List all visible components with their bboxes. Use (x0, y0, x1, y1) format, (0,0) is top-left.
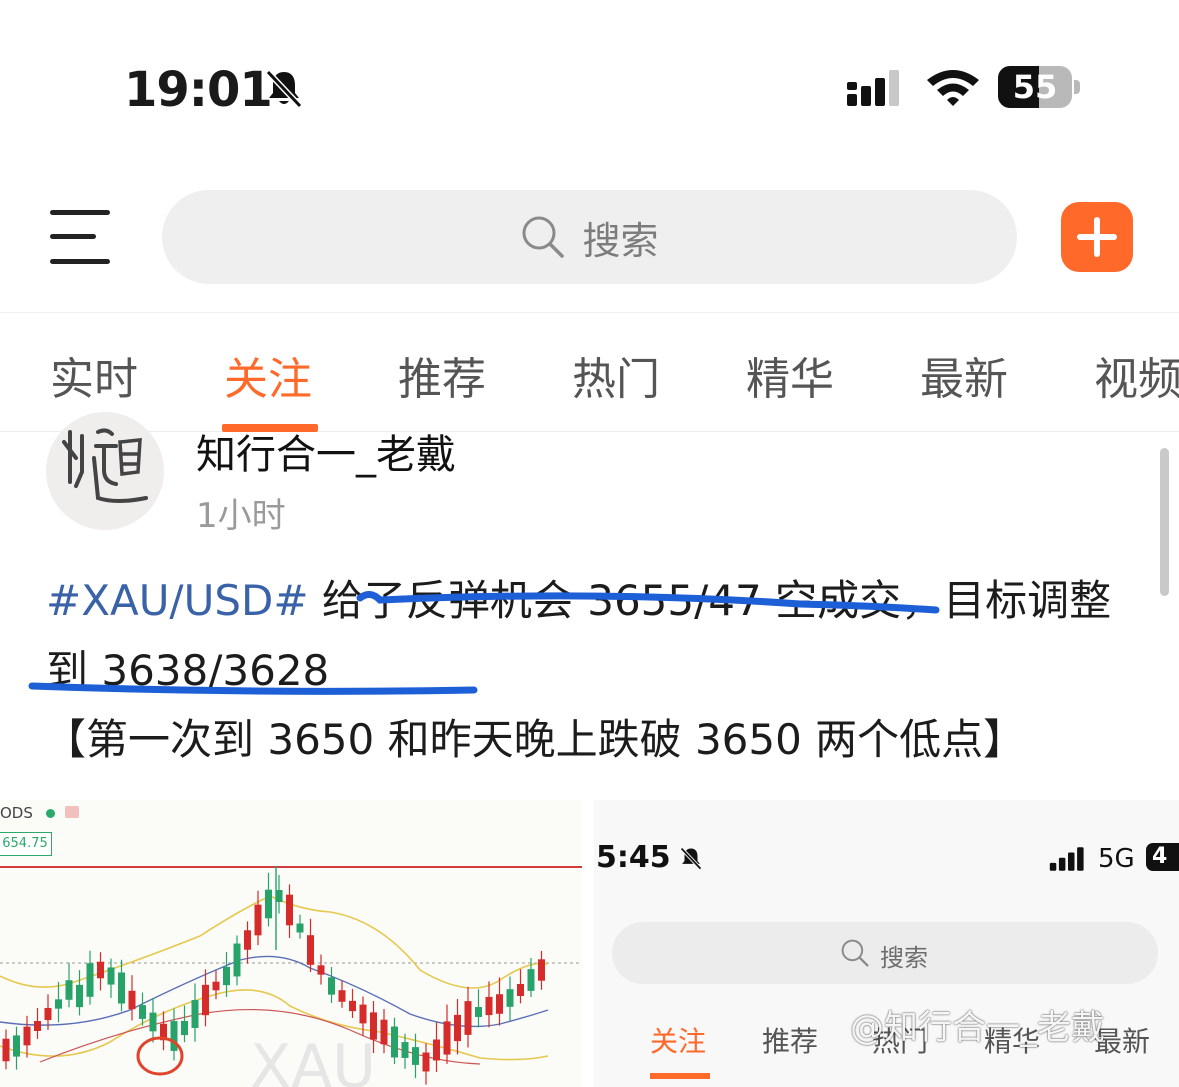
candle-body (317, 965, 325, 975)
candle-body (328, 977, 335, 995)
search-icon (522, 216, 565, 258)
candle-body (55, 999, 62, 1009)
avatar[interactable] (46, 412, 164, 530)
candle-body (422, 1052, 430, 1072)
battery-level: 55 (1012, 68, 1058, 106)
candle-body (139, 1005, 146, 1019)
candle-body (107, 967, 115, 985)
mini-bell-muted-icon (680, 847, 702, 870)
post-text-line1: 给了反弹机会 3655/47 空成交，目标调整 (308, 576, 1112, 625)
add-post-button[interactable] (1061, 202, 1133, 272)
tab-latest[interactable]: 最新 (920, 343, 1008, 407)
candle-body (527, 969, 535, 991)
status-time: 19:01 (124, 62, 273, 118)
candle-body (34, 1021, 41, 1031)
tab-video[interactable]: 视频 (1094, 343, 1179, 407)
tab-realtime[interactable]: 实时 (50, 343, 138, 407)
candle-body (517, 983, 524, 997)
tab-following[interactable]: 关注 (224, 343, 312, 407)
candle-body (338, 990, 346, 1002)
candle-body (506, 989, 514, 1007)
scrollbar[interactable] (1160, 448, 1169, 596)
mini-tab-recommended: 推荐 (762, 1025, 819, 1058)
candle-body (13, 1035, 20, 1057)
candle-body (401, 1042, 409, 1058)
mini-search-label: 搜索 (880, 944, 928, 972)
candle-body (254, 904, 262, 936)
candle-body (128, 990, 136, 1010)
candle-body (149, 1012, 157, 1032)
mini-search-icon (841, 939, 869, 967)
candle-body (485, 996, 493, 1016)
candle-body (496, 994, 503, 1014)
candle-body (65, 980, 73, 1000)
candle-body (433, 1039, 440, 1061)
mini-tab-following: 关注 (650, 1025, 707, 1058)
wifi-icon (927, 70, 979, 106)
candle-body (307, 935, 314, 965)
candle-body (23, 1026, 31, 1046)
candle-body (464, 1001, 472, 1035)
mini-signal-icon (1049, 847, 1084, 871)
tab-featured[interactable]: 精华 (746, 343, 834, 407)
candle-body (380, 1019, 388, 1045)
search-placeholder: 搜索 (582, 218, 659, 263)
tab-recommended[interactable]: 推荐 (398, 343, 486, 407)
candle-body (538, 959, 545, 981)
candle-body (170, 1021, 178, 1051)
svg-text:XAU: XAU (250, 1032, 376, 1087)
category-tabs: 实时 关注 推荐 热门 精华 最新 视频 (0, 312, 1179, 432)
candle-body (244, 930, 251, 950)
candle-body (223, 966, 230, 986)
mini-status-time: 5:45 (596, 840, 671, 875)
post-text: #XAU/USD# 给了反弹机会 3655/47 空成交，目标调整 到 3638… (46, 566, 1146, 706)
signal-icon (847, 70, 899, 106)
watermark: @知行合一_老戴 (850, 1008, 1105, 1048)
chart-image[interactable]: ODS XAU 654.75 (0, 800, 582, 1087)
price-label: 654.75 (0, 832, 52, 856)
candle-body (2, 1038, 10, 1062)
post-text-line2: 到 3638/3628 (46, 646, 330, 695)
candle-body (454, 1014, 461, 1042)
menu-icon[interactable] (50, 208, 112, 266)
mini-battery: 4 (1146, 843, 1179, 871)
candle-body (349, 1000, 356, 1012)
candle-body (76, 984, 83, 1008)
mini-active-tab-indicator (650, 1073, 710, 1079)
mini-network: 5G (1098, 844, 1135, 874)
candle-body (296, 923, 304, 933)
candle-body (97, 961, 104, 979)
candle-body (359, 1004, 367, 1024)
bell-muted-icon (265, 69, 303, 109)
search-bar[interactable]: 搜索 (162, 190, 1017, 284)
battery-icon: 55 (998, 66, 1082, 110)
candle-body (443, 1021, 451, 1055)
candle-body (475, 1007, 482, 1017)
candle-body (181, 1020, 188, 1036)
candle-body (202, 984, 209, 1016)
candle-body (118, 972, 125, 1004)
candle-body (412, 1047, 419, 1065)
candle-body (44, 1007, 52, 1021)
plus-icon (1077, 217, 1117, 257)
post-time: 1小时 (196, 496, 286, 536)
candle-body (265, 889, 272, 919)
tab-hot[interactable]: 热门 (572, 343, 660, 407)
author-name[interactable]: 知行合一_老戴 (196, 422, 456, 480)
post-note: 【第一次到 3650 和昨天晚上跌破 3650 两个低点】 (44, 715, 1026, 764)
candle-body (191, 1000, 199, 1028)
candle-body (233, 943, 241, 977)
candle-body (286, 894, 293, 926)
hashtag-link[interactable]: #XAU/USD# (46, 576, 309, 625)
candle-body (86, 963, 94, 997)
candle-body (212, 981, 220, 991)
candle-body (391, 1026, 398, 1058)
